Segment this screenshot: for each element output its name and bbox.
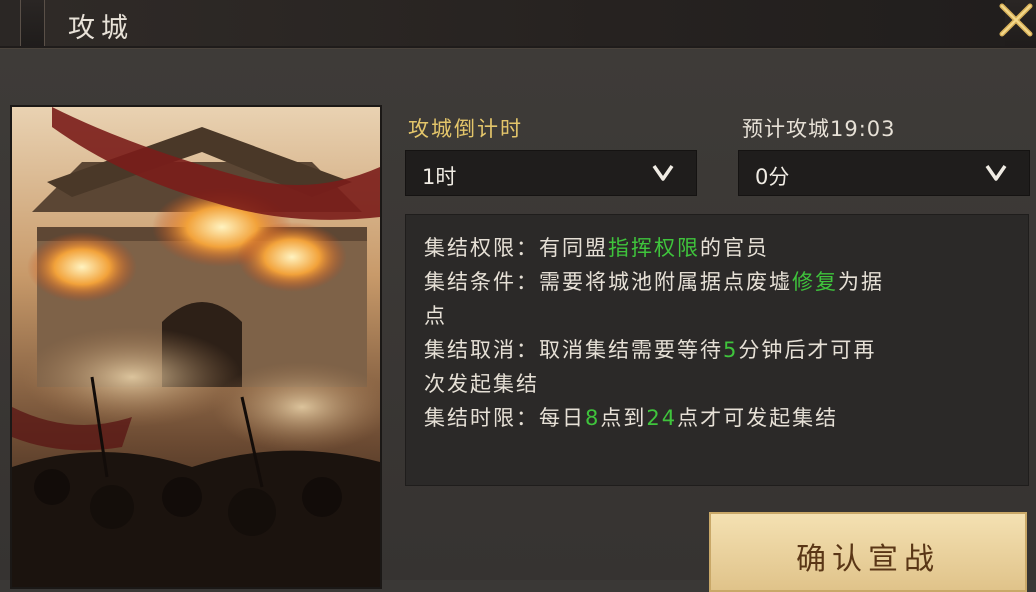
- countdown-label: 攻城倒计时: [408, 117, 523, 141]
- minute-dropdown-value: 0分: [755, 165, 790, 189]
- close-button[interactable]: [996, 0, 1036, 40]
- info-line-time-limit: 集结时限：每日8点到24点才可发起集结: [424, 406, 839, 430]
- hour-dropdown-value: 1时: [422, 165, 457, 189]
- info-line-condition: 集结条件：需要将城池附属据点废墟修复为据: [424, 270, 884, 294]
- battle-illustration: [10, 105, 382, 589]
- info-line-permission: 集结权限：有同盟指挥权限的官员: [424, 236, 769, 260]
- minute-dropdown[interactable]: 0分: [738, 150, 1030, 196]
- info-line-cancel-cont: 次发起集结: [424, 372, 539, 396]
- header-left-tab[interactable]: [0, 0, 21, 46]
- estimated-time-label: 预计攻城19:03: [742, 117, 896, 141]
- info-line-condition-cont: 点: [424, 304, 447, 328]
- confirm-declare-war-button[interactable]: 确认宣战: [709, 512, 1027, 592]
- battle-scene-image: [12, 107, 380, 587]
- page-title: 攻城: [68, 13, 134, 44]
- close-x-icon: [999, 3, 1033, 37]
- confirm-button-label: 确认宣战: [796, 542, 940, 577]
- rally-info-panel: 集结权限：有同盟指挥权限的官员 集结条件：需要将城池附属据点废墟修复为据 点 集…: [405, 214, 1029, 486]
- header-bar: 攻城: [0, 0, 1036, 49]
- chevron-down-icon: [652, 165, 674, 181]
- header-title-box: [44, 0, 1005, 46]
- info-line-cancel: 集结取消：取消集结需要等待5分钟后才可再: [424, 338, 877, 362]
- hour-dropdown[interactable]: 1时: [405, 150, 697, 196]
- chevron-down-icon: [985, 165, 1007, 181]
